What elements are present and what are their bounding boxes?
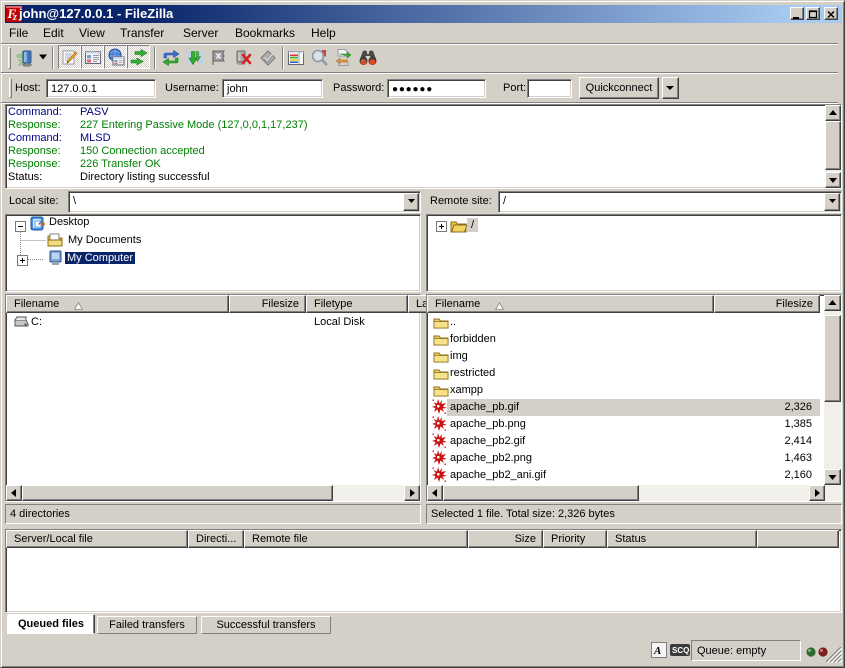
svg-text:z: z (12, 12, 17, 22)
svg-text:SCQ: SCQ (672, 646, 689, 655)
svg-text:A: A (653, 645, 661, 657)
